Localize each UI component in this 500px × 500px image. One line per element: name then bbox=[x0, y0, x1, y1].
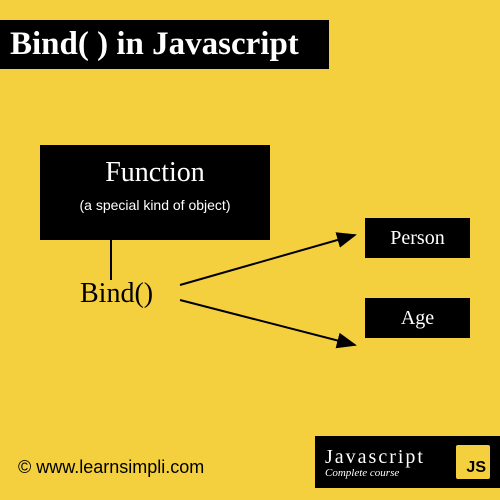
footer-subtitle: Complete course bbox=[325, 467, 456, 479]
footer-box: Javascript Complete course JS bbox=[315, 436, 500, 488]
arrows-diagram bbox=[170, 210, 370, 380]
age-box: Age bbox=[365, 298, 470, 338]
connector-line bbox=[110, 240, 112, 280]
js-badge-icon: JS bbox=[456, 445, 490, 479]
footer-text: Javascript Complete course bbox=[325, 446, 456, 479]
footer-title: Javascript bbox=[325, 446, 456, 469]
person-box: Person bbox=[365, 218, 470, 258]
bind-label: Bind() bbox=[80, 278, 153, 310]
page-title: Bind( ) in Javascript bbox=[0, 20, 329, 69]
function-title: Function bbox=[40, 157, 270, 189]
credit-text: © www.learnsimpli.com bbox=[18, 457, 204, 478]
